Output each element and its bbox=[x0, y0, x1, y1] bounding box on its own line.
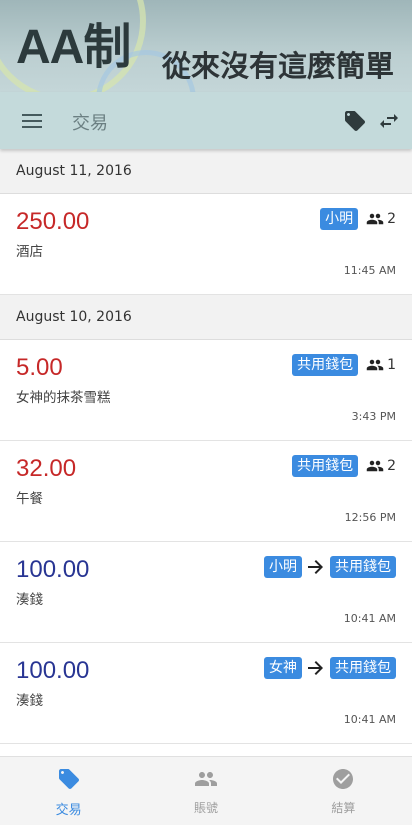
arrow-right-icon bbox=[308, 560, 323, 574]
participant-count: 2 bbox=[387, 458, 396, 474]
tag-icon bbox=[58, 769, 79, 789]
banner-slogan: 從來沒有這麼簡單 bbox=[162, 49, 395, 83]
check-circle-icon bbox=[333, 769, 354, 789]
transaction-row[interactable]: 32.00 午餐 共用錢包 2 12:56 PM bbox=[0, 441, 412, 542]
people-icon bbox=[366, 460, 384, 472]
transaction-description: 湊錢 bbox=[16, 693, 43, 709]
transaction-description: 酒店 bbox=[16, 244, 43, 260]
app-toolbar: 交易 bbox=[0, 92, 412, 149]
transaction-row[interactable]: 250.00 酒店 小明 2 11:45 AM bbox=[0, 194, 412, 295]
transaction-list[interactable]: August 11, 2016 250.00 酒店 小明 2 11:45 AM … bbox=[0, 149, 412, 756]
nav-tab-settlement[interactable]: 結算 bbox=[275, 757, 412, 825]
app-banner: AA制 從來沒有這麼簡單 bbox=[0, 0, 412, 92]
transaction-row[interactable]: 100.00 湊錢 小明 共用錢包 10:41 AM bbox=[0, 542, 412, 643]
to-account-chip: 共用錢包 bbox=[330, 556, 396, 578]
account-chip: 小明 bbox=[320, 208, 359, 230]
transaction-row[interactable]: 100.00 湊錢 女神 共用錢包 10:41 AM bbox=[0, 643, 412, 744]
transaction-amount: 250.00 bbox=[16, 208, 90, 235]
transaction-amount: 32.00 bbox=[16, 455, 77, 482]
date-header: August 11, 2016 bbox=[0, 149, 412, 194]
transaction-time: 3:43 PM bbox=[351, 410, 396, 423]
participant-count: 2 bbox=[387, 211, 396, 227]
swap-icon[interactable] bbox=[376, 109, 402, 133]
nav-tab-transactions[interactable]: 交易 bbox=[0, 757, 137, 825]
brand-logo: AA制 bbox=[16, 21, 131, 74]
transaction-row[interactable]: 5.00 女神的抹茶雪糕 共用錢包 1 3:43 PM bbox=[0, 340, 412, 441]
transaction-participants: 小明 2 bbox=[320, 208, 396, 230]
to-account-chip: 共用錢包 bbox=[330, 657, 396, 679]
nav-label: 賬號 bbox=[193, 801, 218, 815]
bottom-navigation: 交易 賬號 結算 bbox=[0, 756, 412, 825]
transaction-time: 10:41 AM bbox=[343, 713, 396, 726]
menu-icon[interactable] bbox=[20, 110, 44, 132]
page-title: 交易 bbox=[72, 113, 108, 134]
nav-label: 交易 bbox=[55, 803, 82, 818]
date-header: August 10, 2016 bbox=[0, 295, 412, 340]
from-account-chip: 女神 bbox=[264, 657, 302, 679]
tag-icon[interactable] bbox=[343, 109, 367, 133]
transaction-time: 11:45 AM bbox=[343, 264, 396, 277]
people-icon bbox=[366, 359, 384, 371]
transfer-route: 小明 共用錢包 bbox=[264, 556, 396, 578]
account-chip: 共用錢包 bbox=[292, 354, 359, 376]
transaction-description: 午餐 bbox=[16, 491, 43, 507]
transaction-participants: 共用錢包 1 bbox=[292, 354, 396, 376]
people-icon bbox=[366, 213, 384, 225]
account-chip: 共用錢包 bbox=[292, 455, 359, 477]
transfer-route: 女神 共用錢包 bbox=[264, 657, 396, 679]
transaction-time: 12:56 PM bbox=[344, 511, 396, 524]
transaction-description: 女神的抹茶雪糕 bbox=[16, 390, 111, 406]
people-icon bbox=[194, 772, 217, 786]
transaction-participants: 共用錢包 2 bbox=[292, 455, 396, 477]
arrow-right-icon bbox=[308, 661, 323, 675]
transaction-description: 湊錢 bbox=[16, 592, 43, 608]
transaction-amount: 100.00 bbox=[16, 657, 90, 684]
transaction-amount: 100.00 bbox=[16, 556, 90, 583]
nav-label: 結算 bbox=[331, 801, 356, 815]
from-account-chip: 小明 bbox=[264, 556, 302, 578]
transaction-amount: 5.00 bbox=[16, 354, 63, 381]
participant-count: 1 bbox=[387, 357, 396, 373]
nav-tab-accounts[interactable]: 賬號 bbox=[137, 757, 274, 825]
transaction-time: 10:41 AM bbox=[343, 612, 396, 625]
